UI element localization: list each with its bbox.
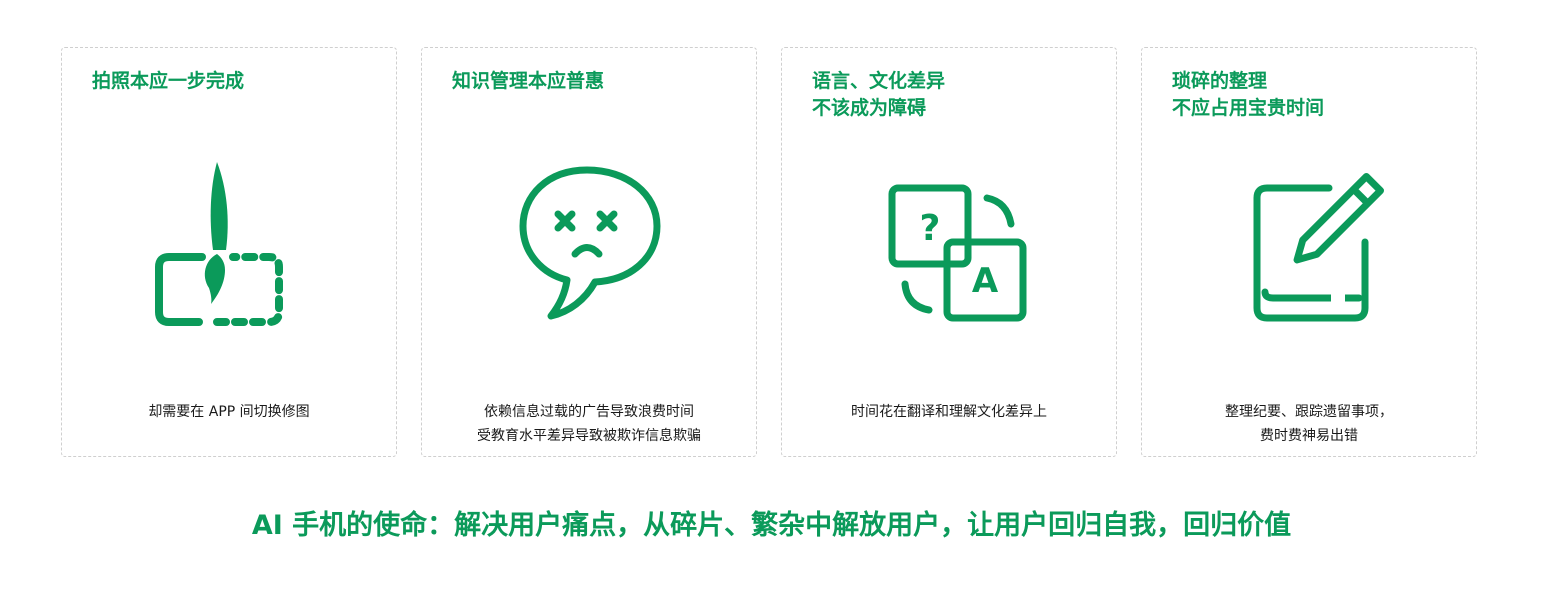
card-title-line: 琐碎的整理	[1172, 70, 1268, 92]
card-language: 语言、文化差异 不该成为障碍 ? A 时间花在翻译和理解文化差异上	[781, 47, 1117, 457]
card-desc-line: 整理纪要、跟踪遗留事项，	[1225, 404, 1393, 420]
card-description: 时间花在翻译和理解文化差异上	[782, 400, 1116, 424]
card-title-line: 拍照本应一步完成	[92, 70, 245, 92]
card-title-line: 知识管理本应普惠	[452, 70, 605, 92]
card-desc-line: 依赖信息过载的广告导致浪费时间	[484, 404, 694, 420]
translate-icon: ? A	[888, 184, 1027, 322]
pen-notebook-icon	[1253, 173, 1384, 322]
card-desc-line: 时间花在翻译和理解文化差异上	[851, 404, 1047, 420]
card-desc-line: 受教育水平差异导致被欺诈信息欺骗	[477, 428, 701, 444]
card-knowledge: 知识管理本应普惠 依赖信息过载的广告导致浪费时间 受教育水平差异导致被欺诈信息欺…	[421, 47, 757, 457]
card-desc-line: 却需要在 APP 间切换修图	[148, 404, 310, 420]
card-description: 却需要在 APP 间切换修图	[62, 400, 396, 424]
brush-crop-icon	[155, 162, 283, 326]
card-description: 依赖信息过载的广告导致浪费时间 受教育水平差异导致被欺诈信息欺骗	[422, 400, 756, 448]
card-title-line: 语言、文化差异	[812, 70, 946, 92]
card-description: 整理纪要、跟踪遗留事项， 费时费神易出错	[1142, 400, 1476, 448]
svg-text:A: A	[972, 261, 999, 301]
card-title: 语言、文化差异 不该成为障碍	[812, 68, 1096, 122]
card-title-line: 不该成为障碍	[812, 97, 927, 119]
mission-statement: AI 手机的使命：解决用户痛点，从碎片、繁杂中解放用户，让用户回归自我，回归价值	[251, 510, 1292, 541]
dizzy-speech-bubble-icon	[519, 166, 661, 320]
card-organize: 琐碎的整理 不应占用宝贵时间 整理纪要、跟踪遗留事项， 费时费神易出错	[1141, 47, 1477, 457]
card-title-line: 不应占用宝贵时间	[1172, 97, 1325, 119]
card-desc-line: 费时费神易出错	[1260, 428, 1358, 444]
card-title: 琐碎的整理 不应占用宝贵时间	[1172, 68, 1456, 122]
svg-text:?: ?	[920, 208, 941, 249]
card-photo: 拍照本应一步完成 却需要在 APP 间切换修图	[61, 47, 397, 457]
card-title: 拍照本应一步完成	[92, 68, 376, 95]
card-title: 知识管理本应普惠	[452, 68, 736, 95]
